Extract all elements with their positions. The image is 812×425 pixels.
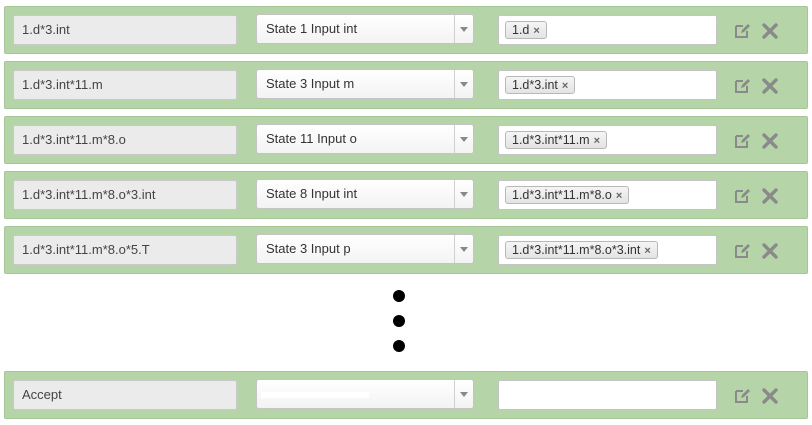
state-row: 1.d*3.int State 1 Input int 1.d × [4, 6, 808, 54]
chevron-down-icon [460, 247, 468, 252]
prefix-tag-label: 1.d [512, 23, 530, 37]
tag-remove-icon[interactable]: × [533, 23, 539, 39]
state-name-field[interactable]: 1.d*3.int [13, 15, 237, 45]
ellipsis-dot [393, 290, 405, 302]
state-input-select[interactable]: State 3 Input m [256, 69, 474, 99]
prefix-tag-label: 1.d*3.int*11.m [512, 133, 590, 147]
close-icon[interactable] [761, 187, 779, 205]
chevron-down-icon [460, 392, 468, 397]
ellipsis-dot [393, 340, 405, 352]
state-name-field[interactable]: Accept [13, 380, 237, 410]
prefix-tag-input[interactable]: 1.d × [498, 15, 717, 45]
state-name-field[interactable]: 1.d*3.int*11.m*8.o*3.int [13, 180, 237, 210]
prefix-tag: 1.d × [505, 21, 547, 39]
state-name-field[interactable]: 1.d*3.int*11.m*8.o [13, 125, 237, 155]
state-input-select[interactable]: State 11 Input o [256, 124, 474, 154]
chevron-down-icon [460, 192, 468, 197]
tag-remove-icon[interactable]: × [644, 243, 650, 259]
edit-icon[interactable] [733, 22, 751, 40]
edit-icon[interactable] [733, 132, 751, 150]
prefix-tag-label: 1.d*3.int*11.m*8.o*3.int [512, 243, 641, 257]
prefix-tag: 1.d*3.int × [505, 76, 576, 94]
close-icon[interactable] [761, 242, 779, 260]
state-name-field[interactable]: 1.d*3.int*11.m [13, 70, 237, 100]
prefix-tag-input[interactable]: 1.d*3.int*11.m × [498, 125, 717, 155]
select-arrow-area[interactable] [454, 15, 473, 43]
state-input-select[interactable]: State 8 Input int [256, 179, 474, 209]
tag-remove-icon[interactable]: × [594, 133, 600, 149]
edit-icon[interactable] [733, 387, 751, 405]
prefix-tag: 1.d*3.int*11.m × [505, 131, 608, 149]
prefix-tag-input[interactable]: 1.d*3.int*11.m*8.o*3.int × [498, 235, 717, 265]
chevron-down-icon [460, 27, 468, 32]
prefix-tag-label: 1.d*3.int*11.m*8.o [512, 188, 612, 202]
chevron-down-icon [460, 137, 468, 142]
state-input-select-value: State 8 Input int [266, 186, 358, 201]
select-arrow-area[interactable] [454, 180, 473, 208]
tag-remove-icon[interactable]: × [562, 78, 568, 94]
state-row: 1.d*3.int*11.m*8.o State 11 Input o 1.d*… [4, 116, 808, 164]
state-input-select-value: State 1 Input int [266, 21, 358, 36]
ellipsis-dot [393, 315, 405, 327]
close-icon[interactable] [761, 387, 779, 405]
state-row: 1.d*3.int*11.m State 3 Input m 1.d*3.int… [4, 61, 808, 109]
close-icon[interactable] [761, 22, 779, 40]
state-row: 1.d*3.int*11.m*8.o*5.T State 3 Input p 1… [4, 226, 808, 274]
close-icon[interactable] [761, 77, 779, 95]
close-icon[interactable] [761, 132, 779, 150]
state-row: 1.d*3.int*11.m*8.o*3.int State 8 Input i… [4, 171, 808, 219]
select-arrow-area[interactable] [454, 125, 473, 153]
prefix-tag-input[interactable]: 1.d*3.int*11.m*8.o × [498, 180, 717, 210]
prefix-tag: 1.d*3.int*11.m*8.o*3.int × [505, 241, 658, 259]
select-arrow-area[interactable] [454, 235, 473, 263]
state-input-select-value: State 3 Input p [266, 241, 351, 256]
state-input-select[interactable] [256, 379, 474, 409]
edit-icon[interactable] [733, 187, 751, 205]
prefix-tag-label: 1.d*3.int [512, 78, 558, 92]
tag-remove-icon[interactable]: × [616, 188, 622, 204]
state-input-select-value: State 3 Input m [266, 76, 355, 91]
prefix-tag: 1.d*3.int*11.m*8.o × [505, 186, 630, 204]
prefix-tag-input[interactable] [498, 380, 717, 410]
prefix-tag-input[interactable]: 1.d*3.int × [498, 70, 717, 100]
edit-icon[interactable] [733, 77, 751, 95]
state-input-select-value: State 11 Input o [266, 131, 357, 146]
state-name-field[interactable]: 1.d*3.int*11.m*8.o*5.T [13, 235, 237, 265]
select-arrow-area[interactable] [454, 70, 473, 98]
empty-select-placeholder [261, 392, 369, 398]
accept-row: Accept [4, 371, 808, 419]
state-input-select[interactable]: State 3 Input p [256, 234, 474, 264]
state-input-select[interactable]: State 1 Input int [256, 14, 474, 44]
edit-icon[interactable] [733, 242, 751, 260]
select-arrow-area[interactable] [454, 380, 473, 408]
chevron-down-icon [460, 82, 468, 87]
